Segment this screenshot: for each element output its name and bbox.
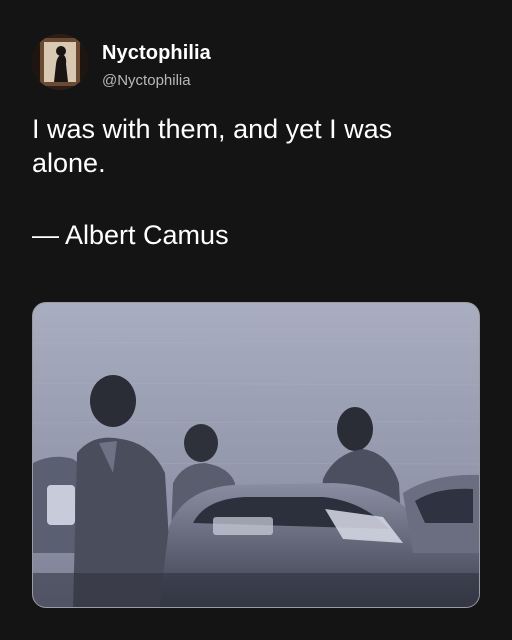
post-header: Nyctophilia @Nyctophilia [32,34,332,90]
post-photo[interactable] [32,302,480,608]
quote-line: alone. [32,148,106,178]
author-handle[interactable]: @Nyctophilia [102,72,191,89]
post-text: I was with them, and yet I was alone. [32,112,482,180]
quote-attribution: — Albert Camus [32,220,229,250]
post-card: Nyctophilia @Nyctophilia I was with them… [0,0,512,640]
author-name[interactable]: Nyctophilia [102,42,211,65]
black-and-white-photo-icon [33,303,479,607]
avatar[interactable] [32,34,88,90]
profile-picture-icon [32,34,88,90]
quote-line: I was with them, and yet I was [32,114,393,144]
